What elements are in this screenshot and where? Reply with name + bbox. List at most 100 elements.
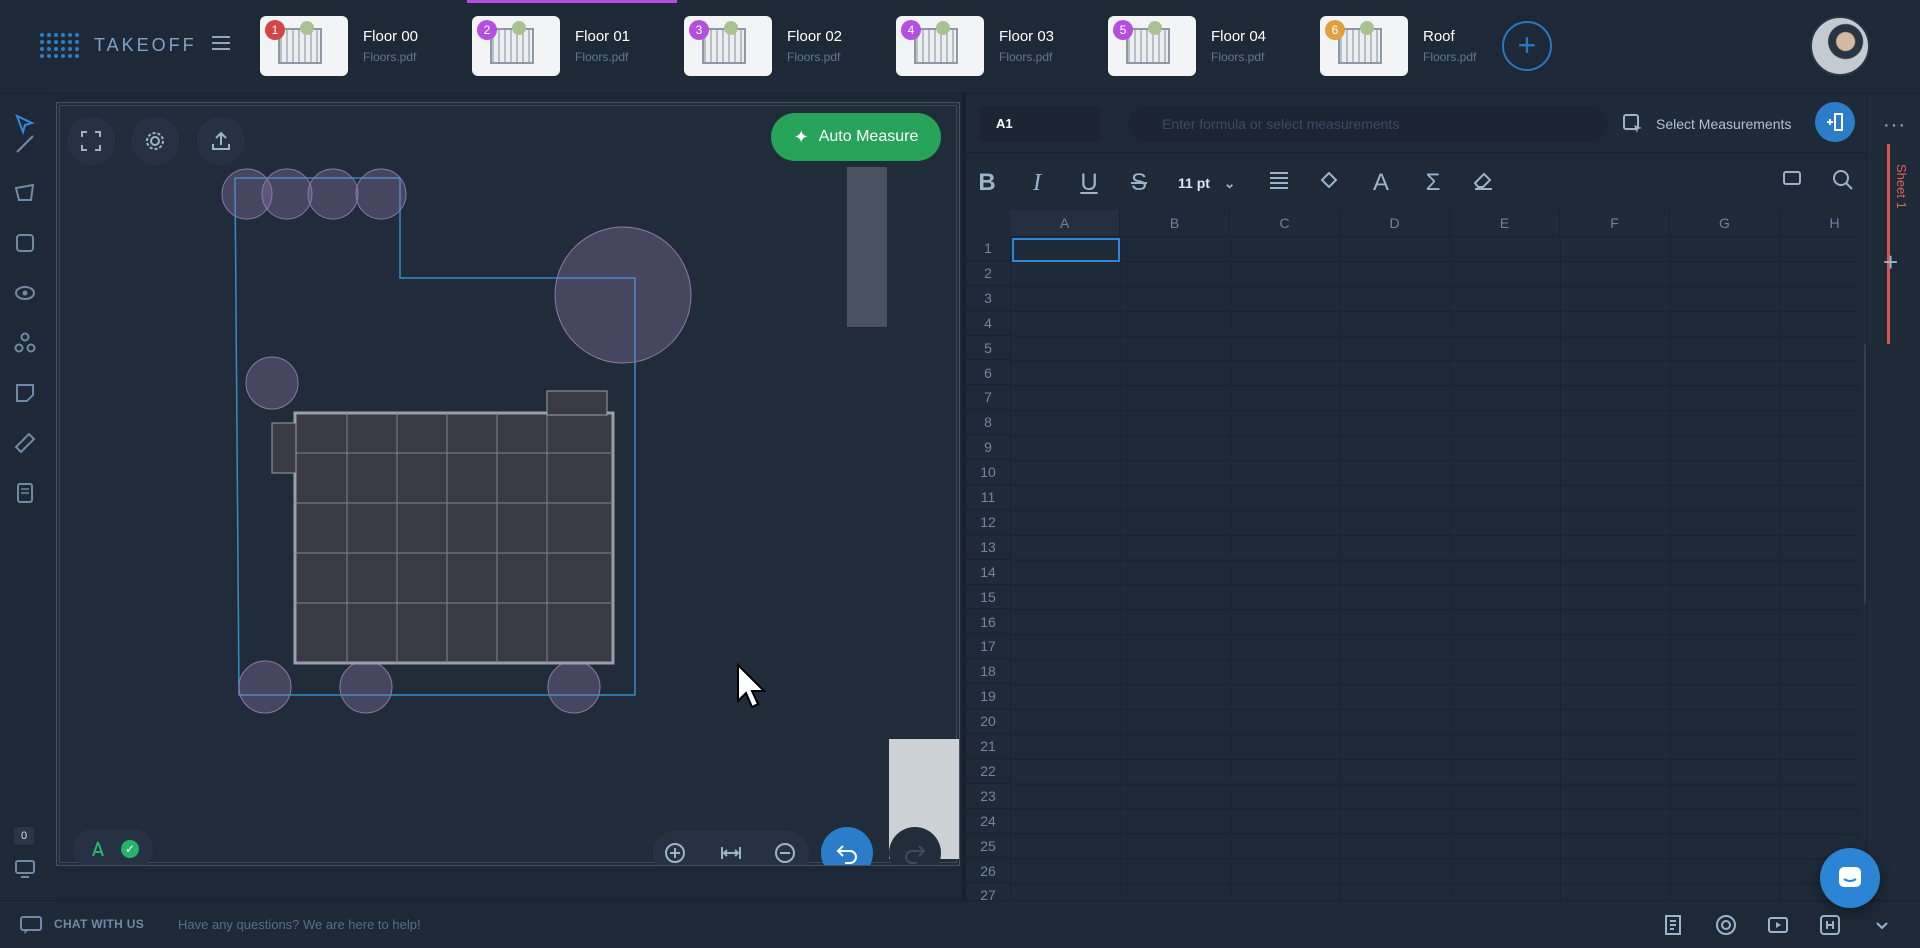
tab-floor-00[interactable]: 1 Floor 00 Floors.pdf: [255, 0, 465, 94]
polygon-icon[interactable]: [12, 180, 38, 206]
note-icon[interactable]: [12, 380, 38, 406]
settings-button[interactable]: [131, 117, 179, 165]
row-header[interactable]: 19: [966, 684, 1010, 710]
column-header[interactable]: H: [1780, 210, 1866, 236]
strikethrough-icon[interactable]: S: [1126, 169, 1152, 197]
tab-roof[interactable]: 6 Roof Floors.pdf: [1315, 0, 1525, 94]
zoom-in-icon[interactable]: [663, 841, 687, 865]
tab-file: Floors.pdf: [1211, 50, 1265, 64]
column-header[interactable]: G: [1670, 210, 1780, 236]
selected-cell[interactable]: [1012, 238, 1120, 262]
add-sheet-icon[interactable]: +: [1883, 247, 1898, 278]
row-header[interactable]: 5: [966, 336, 1010, 361]
spreadsheet-grid[interactable]: ABCDEFGH 1 2 3 4 5 6 7 8 9 10 11 12 13 14 15 16 17 18 19 20…: [966, 202, 1866, 900]
chat-icon[interactable]: [20, 916, 42, 934]
row-header[interactable]: 27: [966, 883, 1010, 900]
auto-measure-button[interactable]: ✦ Auto Measure: [771, 113, 941, 161]
bottom-tools: [1662, 913, 1896, 937]
collapse-chevron-icon[interactable]: [1870, 913, 1896, 937]
text-color-icon[interactable]: A: [1368, 169, 1394, 197]
sheet-tab[interactable]: Sheet 1: [1887, 144, 1909, 344]
tab-name: Floor 01: [575, 28, 631, 45]
logo[interactable]: TAKEOFF: [40, 27, 197, 63]
row-header[interactable]: 15: [966, 585, 1010, 610]
more-icon[interactable]: ···: [1883, 114, 1906, 137]
row-header[interactable]: 13: [966, 535, 1010, 560]
sum-icon[interactable]: Σ: [1420, 169, 1446, 197]
align-icon[interactable]: [1266, 169, 1292, 197]
row-header[interactable]: 22: [966, 759, 1010, 784]
row-header[interactable]: 18: [966, 659, 1010, 685]
report-icon[interactable]: [1662, 913, 1688, 937]
row-header[interactable]: 10: [966, 460, 1010, 485]
column-header[interactable]: A: [1010, 210, 1120, 236]
scale-status[interactable]: ✓: [73, 829, 153, 865]
row-header[interactable]: 1: [966, 236, 1010, 261]
avatar[interactable]: [1810, 16, 1870, 76]
row-header[interactable]: 23: [966, 784, 1010, 809]
column-header[interactable]: E: [1450, 210, 1560, 236]
tab-floor-03[interactable]: 4 Floor 03 Floors.pdf: [891, 0, 1101, 94]
chat-input[interactable]: Have any questions? We are here to help!: [178, 917, 421, 932]
italic-icon[interactable]: I: [1024, 169, 1050, 197]
row-header[interactable]: 26: [966, 859, 1010, 884]
fit-width-icon[interactable]: [719, 841, 743, 865]
tab-floor-01[interactable]: 2 Floor 01 Floors.pdf: [467, 0, 677, 94]
row-header[interactable]: 25: [966, 834, 1010, 859]
column-header[interactable]: C: [1230, 210, 1340, 236]
chat-with-us-link[interactable]: CHAT WITH US: [54, 917, 144, 931]
menu-icon[interactable]: [212, 36, 230, 52]
row-header[interactable]: 3: [966, 286, 1010, 311]
font-size-select[interactable]: 11 pt ⌄: [1178, 169, 1244, 197]
row-header[interactable]: 20: [966, 709, 1010, 734]
column-header[interactable]: D: [1340, 210, 1450, 236]
row-header[interactable]: 21: [966, 734, 1010, 759]
cell-reference[interactable]: A1: [980, 106, 1100, 142]
row-header[interactable]: 16: [966, 610, 1010, 635]
row-header[interactable]: 24: [966, 809, 1010, 834]
row-header[interactable]: 12: [966, 510, 1010, 535]
video-icon[interactable]: [1766, 913, 1792, 937]
add-page-button[interactable]: +: [1502, 21, 1552, 71]
rectangle-icon[interactable]: [12, 230, 38, 256]
comment-icon[interactable]: [1780, 169, 1806, 197]
drawing-canvas[interactable]: ✦ Auto Measure ✓: [56, 102, 960, 866]
floor-plan-drawing[interactable]: [57, 103, 960, 866]
row-header[interactable]: 8: [966, 410, 1010, 436]
shortcuts-icon[interactable]: [1818, 913, 1844, 937]
row-header[interactable]: 7: [966, 385, 1010, 411]
row-header[interactable]: 17: [966, 634, 1010, 660]
logo-mark: [40, 27, 80, 63]
add-column-button[interactable]: [1815, 102, 1855, 142]
export-button[interactable]: [197, 117, 245, 165]
row-header[interactable]: 9: [966, 435, 1010, 461]
row-header[interactable]: 11: [966, 485, 1010, 510]
row-header[interactable]: 6: [966, 361, 1010, 386]
select-measurements-button[interactable]: Select Measurements: [1614, 106, 1826, 142]
row-header[interactable]: 2: [966, 261, 1010, 286]
chat-launcher-button[interactable]: [1820, 848, 1880, 908]
search-icon[interactable]: [1830, 169, 1856, 197]
monitor-icon[interactable]: [12, 856, 38, 882]
line-icon[interactable]: [12, 131, 38, 157]
ruler-icon[interactable]: [12, 430, 38, 456]
row-header[interactable]: 4: [966, 311, 1010, 336]
help-icon[interactable]: [1714, 913, 1740, 937]
group-icon[interactable]: [12, 330, 38, 356]
top-bar: TAKEOFF 1 Floor 00 Floors.pdf 2 Floor 01 Floo…: [0, 0, 1920, 94]
eye-scan-icon[interactable]: [12, 280, 38, 306]
underline-icon[interactable]: U: [1076, 169, 1102, 197]
zoom-out-icon[interactable]: [773, 841, 797, 865]
formula-input[interactable]: Enter formula or select measurements: [1128, 106, 1608, 142]
row-header[interactable]: 14: [966, 560, 1010, 585]
tab-floor-04[interactable]: 5 Floor 04 Floors.pdf: [1103, 0, 1313, 94]
tab-floor-02[interactable]: 3 Floor 02 Floors.pdf: [679, 0, 889, 94]
eraser-icon[interactable]: [1470, 169, 1496, 197]
column-header[interactable]: B: [1120, 210, 1230, 236]
fullscreen-button[interactable]: [67, 117, 115, 165]
fill-color-icon[interactable]: [1316, 169, 1342, 197]
column-header[interactable]: F: [1560, 210, 1670, 236]
cell-area[interactable]: [1010, 236, 1860, 900]
bold-icon[interactable]: B: [974, 169, 1000, 197]
book-icon[interactable]: [12, 480, 38, 506]
